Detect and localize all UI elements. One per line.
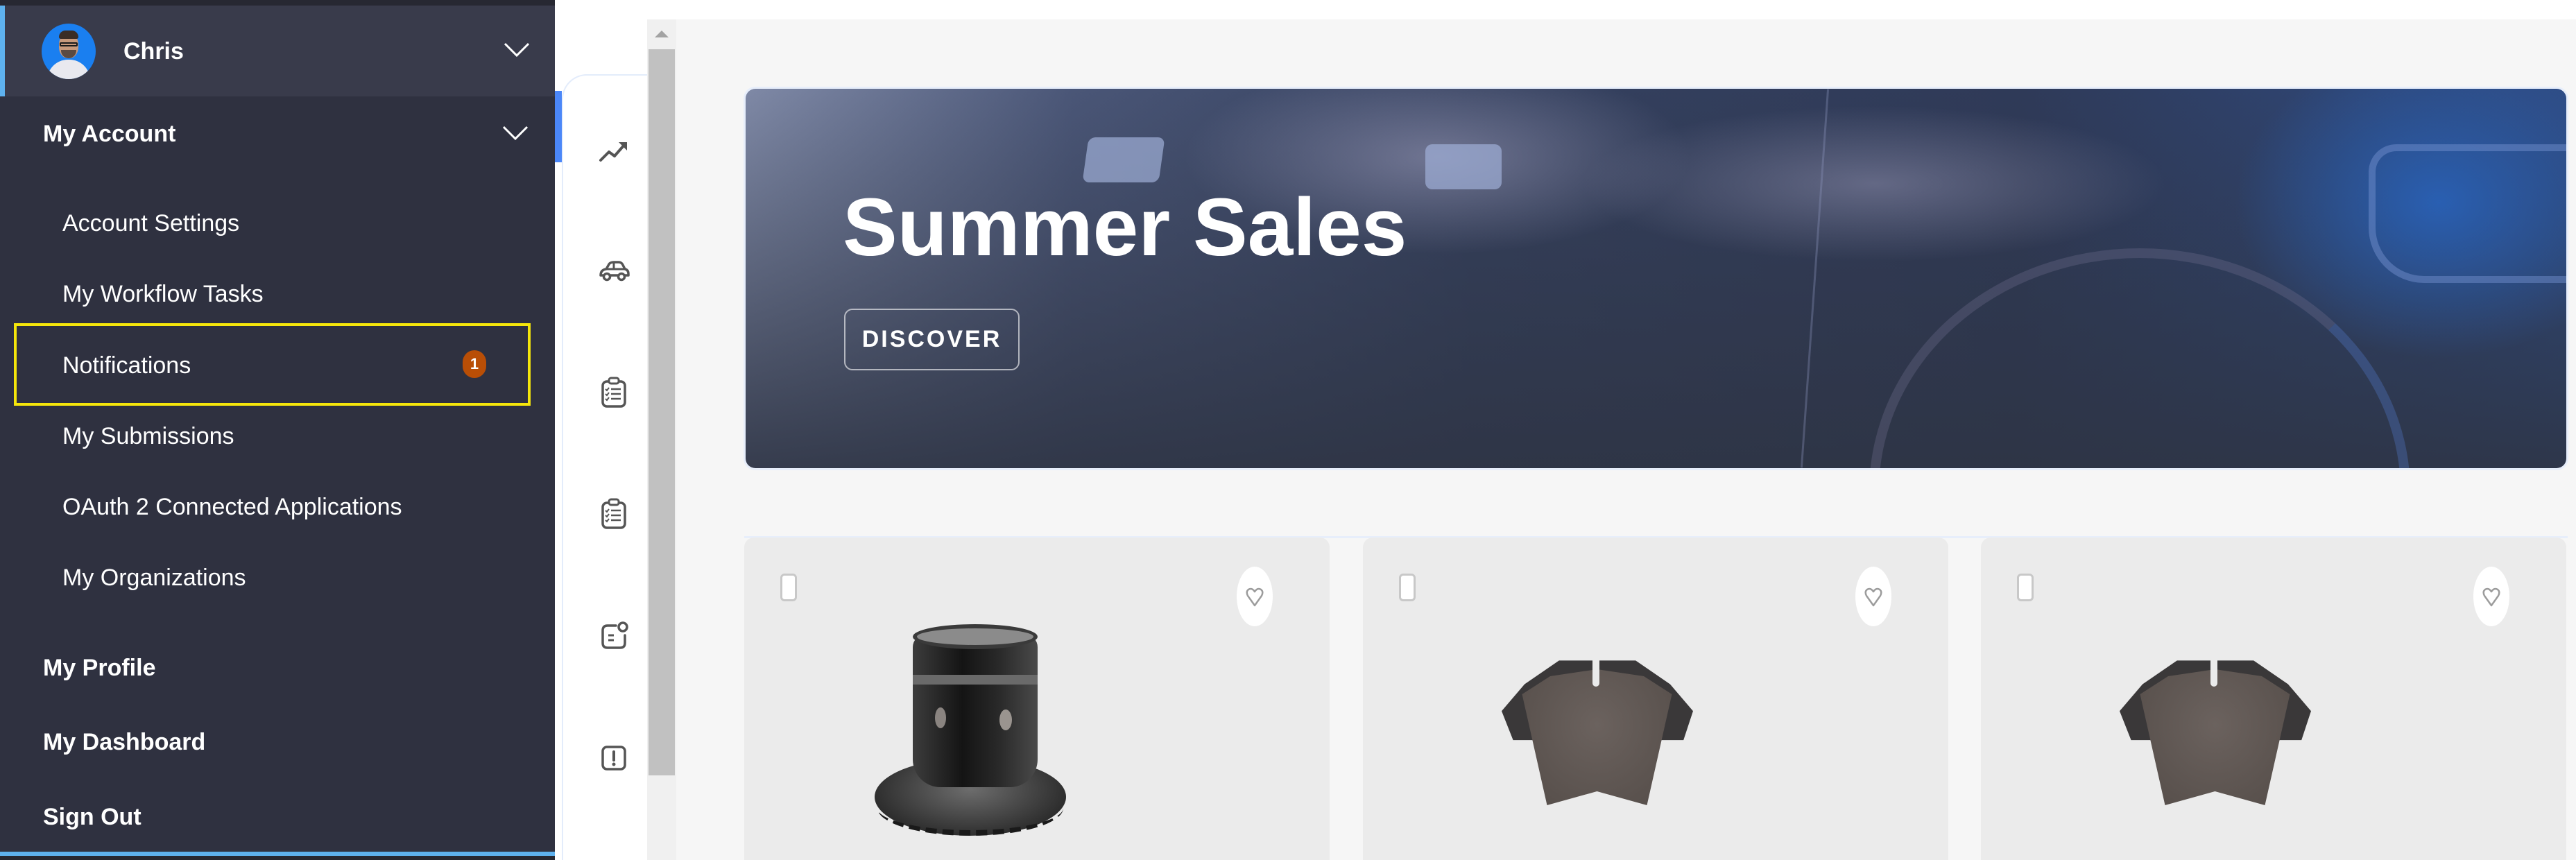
product-select-checkbox[interactable] <box>2017 574 2034 601</box>
trending-up-icon[interactable] <box>596 134 631 169</box>
sidebar-item-label: Account Settings <box>62 210 240 237</box>
sidebar-top-strip <box>0 0 555 6</box>
notification-count-badge: 1 <box>463 350 486 378</box>
product-select-checkbox[interactable] <box>780 574 797 601</box>
sidebar-item-my-workflow-tasks[interactable]: My Workflow Tasks <box>14 260 531 328</box>
sidebar-bottom-strip <box>0 856 555 860</box>
chevron-down-icon[interactable] <box>501 125 529 141</box>
vertical-scrollbar[interactable] <box>647 19 676 860</box>
sidebar-item-label: OAuth 2 Connected Applications <box>62 494 402 520</box>
user-menu-toggle[interactable]: Chris <box>0 6 555 96</box>
banner-image-detail <box>1869 248 2410 468</box>
favorite-button[interactable] <box>2473 567 2509 626</box>
clipboard-list-icon[interactable] <box>596 496 631 531</box>
sidebar-item-oauth2-connected-applications[interactable]: OAuth 2 Connected Applications <box>14 473 531 541</box>
rail-active-indicator <box>555 91 562 162</box>
main-content: Summer Sales DISCOVER <box>676 19 2576 860</box>
chevron-down-icon[interactable] <box>503 42 531 58</box>
sidebar-item-label: My Submissions <box>62 423 234 449</box>
sidebar-item-my-submissions[interactable]: My Submissions <box>14 402 531 470</box>
sidebar-item-my-profile[interactable]: My Profile <box>43 653 155 683</box>
section-header-my-account[interactable]: My Account <box>43 119 175 149</box>
user-name: Chris <box>123 38 184 64</box>
banner-image-detail <box>1800 89 1830 468</box>
active-accent-bar <box>0 6 5 96</box>
product-card[interactable] <box>1363 538 1948 860</box>
favorite-button[interactable] <box>1855 567 1891 626</box>
heart-icon <box>1246 587 1264 607</box>
scrollbar-thumb[interactable] <box>649 49 675 775</box>
banner-image-detail <box>1082 137 1165 182</box>
car-icon[interactable] <box>596 253 631 288</box>
heart-icon <box>1864 587 1882 607</box>
sidebar-item-label: My Workflow Tasks <box>62 281 264 307</box>
discover-button[interactable]: DISCOVER <box>844 309 1020 370</box>
product-card[interactable] <box>744 538 1330 860</box>
alert-square-icon[interactable] <box>596 741 631 775</box>
sidebar-item-my-dashboard[interactable]: My Dashboard <box>43 727 205 757</box>
promo-banner: Summer Sales DISCOVER <box>746 89 2566 468</box>
sidebar-item-account-settings[interactable]: Account Settings <box>14 189 531 257</box>
product-select-checkbox[interactable] <box>1399 574 1416 601</box>
banner-title: Summer Sales <box>843 182 1407 273</box>
user-avatar <box>42 24 96 79</box>
banner-image-detail <box>1425 144 1502 189</box>
sidebar-item-label: Notifications <box>62 352 191 379</box>
product-card[interactable] <box>1981 538 2566 860</box>
sidebar-item-notifications[interactable]: Notifications 1 <box>14 323 531 406</box>
sidebar-menu: Chris My Account Account Settings My Wor… <box>0 0 555 860</box>
scroll-up-arrow-icon[interactable] <box>647 19 676 49</box>
sidebar-item-sign-out[interactable]: Sign Out <box>43 802 141 832</box>
message-notification-icon[interactable] <box>596 619 631 653</box>
clipboard-list-icon[interactable] <box>596 375 631 409</box>
heart-icon <box>2482 587 2500 607</box>
sidebar-item-my-organizations[interactable]: My Organizations <box>14 544 531 612</box>
banner-image-detail <box>2369 144 2566 283</box>
icon-rail <box>555 0 647 860</box>
sidebar-item-label: My Organizations <box>62 565 246 591</box>
favorite-button[interactable] <box>1237 567 1273 626</box>
